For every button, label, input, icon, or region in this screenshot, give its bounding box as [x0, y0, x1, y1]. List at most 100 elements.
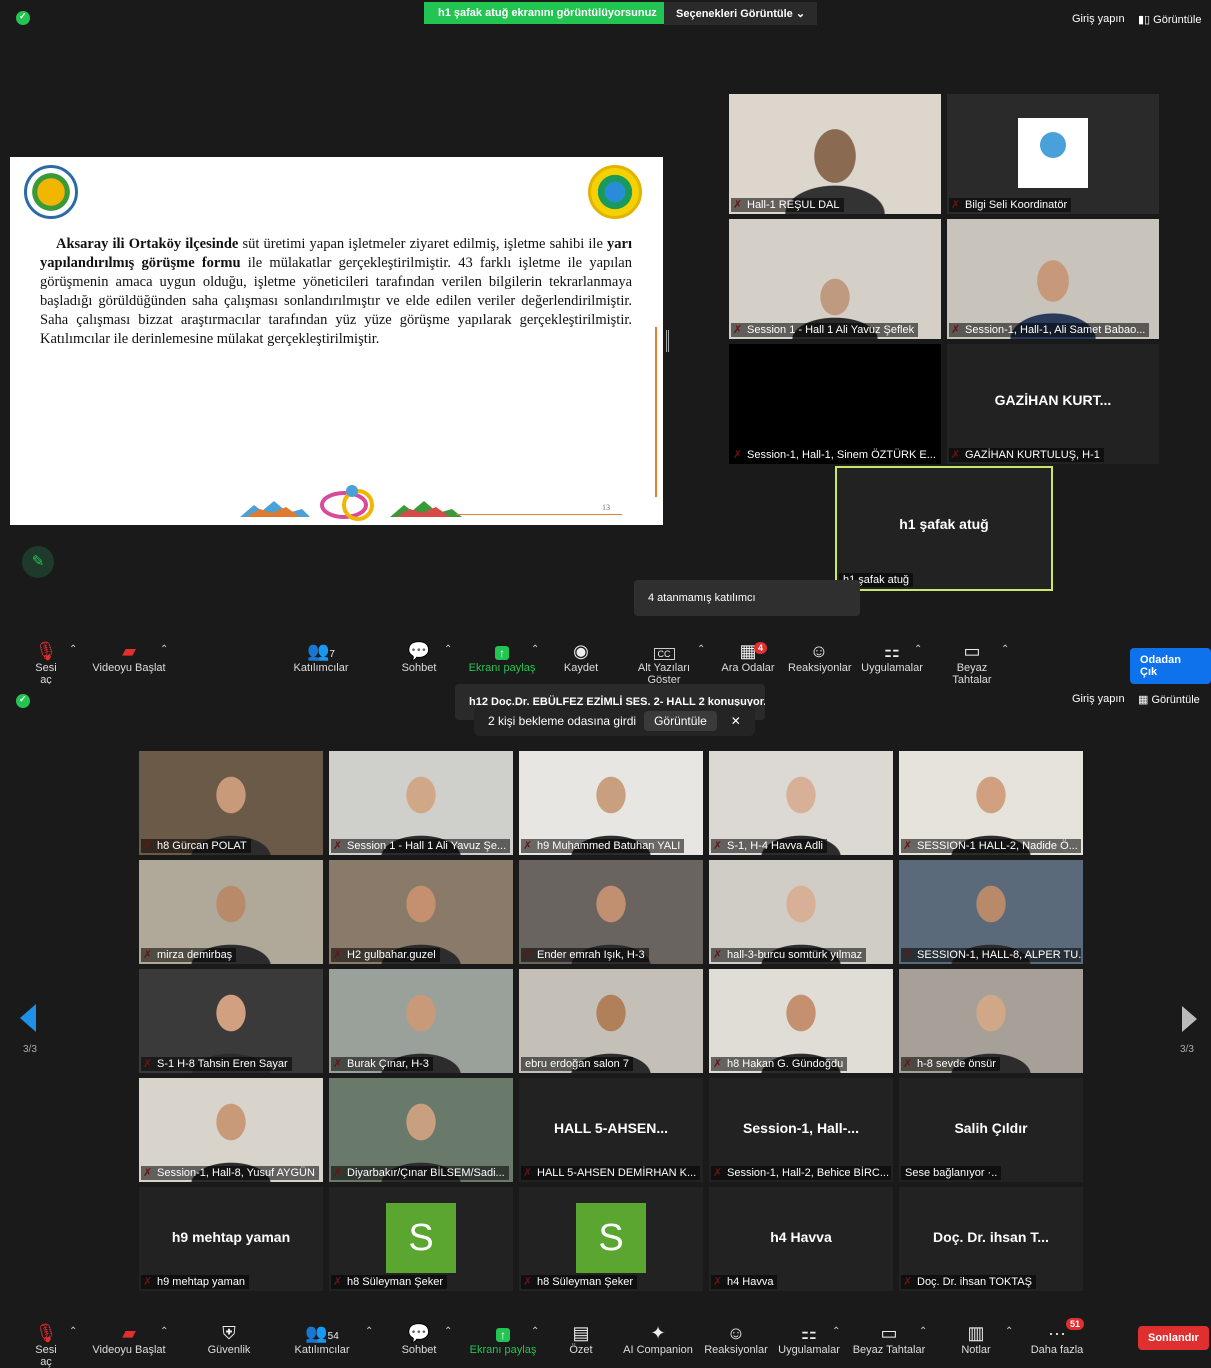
participant-tile[interactable]: Salih Çıldır Sese bağlanıyor ·.. — [899, 1078, 1083, 1182]
security-shield-icon[interactable] — [16, 11, 30, 25]
security-shield-icon[interactable] — [16, 694, 30, 708]
audio-options-caret[interactable]: ⌃ — [69, 1326, 77, 1337]
participant-tile[interactable]: ✗S-1 H-8 Tahsin Eren Sayar — [139, 969, 323, 1073]
participant-name: S-1, H-4 Havva Adli — [711, 839, 827, 853]
apps-options-caret[interactable]: ⌃ — [914, 644, 922, 655]
sign-in-link[interactable]: Giriş yapın — [1072, 13, 1125, 25]
participant-tile[interactable]: Doç. Dr. ihsan T...✗Doç. Dr. ihsan TOKTA… — [899, 1187, 1083, 1291]
slide-bold-1: Aksaray ili Ortaköy ilçesinde — [56, 236, 239, 252]
participant-tile[interactable]: S✗h8 Süleyman Şeker — [519, 1187, 703, 1291]
annotate-pencil-icon[interactable]: ✎ — [22, 546, 54, 578]
captions-options-caret[interactable]: ⌃ — [697, 644, 705, 655]
slide-page-number: 13 — [602, 503, 610, 512]
whiteboards-button[interactable]: ▭ Beyaz Tahtalar — [852, 1322, 926, 1356]
sign-in-link[interactable]: Giriş yapın — [1072, 693, 1125, 705]
participant-tile[interactable]: HALL 5-AHSEN...✗HALL 5-AHSEN DEMİRHAN K.… — [519, 1078, 703, 1182]
close-icon[interactable]: ✕ — [731, 714, 741, 728]
active-speaker-tile[interactable]: h1 şafak atuğ h1 şafak atuğ — [835, 466, 1053, 591]
participants-button[interactable]: 👥54 Katılımcılar — [290, 1322, 354, 1356]
captions-button[interactable]: CC Alt Yazıları Göster — [620, 640, 708, 686]
end-meeting-button[interactable]: Sonlandır — [1138, 1326, 1209, 1350]
participant-tile[interactable]: GAZİHAN KURT... ✗GAZİHAN KURTULUŞ, H-1 — [947, 344, 1159, 464]
breakout-rooms-button[interactable]: ▦ Ara Odalar — [720, 640, 776, 674]
participant-name: h4 Havva — [711, 1275, 778, 1289]
chat-button[interactable]: 💬 Sohbet — [398, 640, 440, 674]
top-meeting-window: h1 şafak atuğ ekranını görüntülüyorsunuz… — [0, 0, 1211, 686]
participant-tile[interactable]: ✗h-8 sevde önsür — [899, 969, 1083, 1073]
participant-name: h-8 sevde önsür — [901, 1057, 1000, 1071]
participant-name: h9 mehtap yaman — [141, 1275, 250, 1289]
video-options-caret[interactable]: ⌃ — [160, 644, 168, 655]
participant-tile[interactable]: ✗SESSION-1 HALL-2, Nadide Ö... — [899, 751, 1083, 855]
participants-icon: 👥54 — [305, 1323, 339, 1343]
record-button[interactable]: ◉ Kaydet — [560, 640, 602, 674]
participant-tile[interactable]: h9 mehtap yaman✗h9 mehtap yaman — [139, 1187, 323, 1291]
notes-button[interactable]: ▥ Notlar — [956, 1322, 996, 1356]
participant-tile[interactable]: ✗Session-1, Hall-1, Sinem ÖZTÜRK E... — [729, 344, 941, 464]
participant-tile[interactable]: S✗h8 Süleyman Şeker — [329, 1187, 513, 1291]
share-options-caret[interactable]: ⌃ — [531, 644, 539, 655]
whiteboards-button[interactable]: ▭ Beyaz Tahtalar — [936, 640, 1008, 686]
next-page-arrow-icon[interactable] — [1182, 1006, 1197, 1032]
participant-tile[interactable]: ✗h8 Gürcan POLAT — [139, 751, 323, 855]
leave-room-button[interactable]: Odadan Çık — [1130, 648, 1211, 684]
participants-button[interactable]: 👥7 Katılımcılar — [290, 640, 352, 674]
resize-handle[interactable] — [666, 330, 669, 352]
video-feed — [947, 219, 1159, 339]
reactions-button[interactable]: ☺ Reaksiyonlar — [788, 640, 852, 674]
participant-tile[interactable]: ✗SESSION-1, HALL-8, ALPER TU... — [899, 860, 1083, 964]
start-video-button[interactable]: ▰ Videoyu Başlat — [92, 640, 166, 674]
share-screen-button[interactable]: ↑ Ekranı paylaş — [468, 640, 536, 674]
share-options-caret[interactable]: ⌃ — [531, 1326, 539, 1337]
participant-name: ebru erdoğan salon 7 — [521, 1057, 633, 1071]
participant-tile[interactable]: ✗Hall-1 REŞUL DAL — [729, 94, 941, 214]
mic-muted-icon: 🎙 — [34, 641, 58, 661]
share-screen-button[interactable]: ↑ Ekranı paylaş — [468, 1322, 538, 1356]
view-options-button[interactable]: Seçenekleri Görüntüle ⌄ — [664, 2, 818, 25]
participant-tile[interactable]: ✗Bilgi Seli Koordinatör — [947, 94, 1159, 214]
participant-tile[interactable]: ✗Session 1 - Hall 1 Ali Yavuz Şeflek — [729, 219, 941, 339]
view-button[interactable]: ▦ Görüntüle — [1138, 693, 1200, 706]
view-button[interactable]: ▮▯ Görüntüle — [1138, 13, 1201, 26]
more-badge: 51 — [1066, 1318, 1085, 1330]
participant-tile[interactable]: ✗Session 1 - Hall 1 Ali Yavuz Şe... — [329, 751, 513, 855]
unmute-button[interactable]: 🎙 Sesi aç — [28, 1322, 64, 1368]
participant-tile[interactable]: ✗Ender emrah Işık, H-3 — [519, 860, 703, 964]
security-button[interactable]: ⛨ Güvenlik — [204, 1322, 254, 1356]
participant-name: Session 1 - Hall 1 Ali Yavuz Şeflek — [731, 323, 919, 337]
participant-tile[interactable]: ✗hall-3-burcu somtürk yılmaz — [709, 860, 893, 964]
participant-tile[interactable]: ✗Session-1, Hall-1, Ali Samet Babao... — [947, 219, 1159, 339]
previous-page-arrow-icon[interactable] — [20, 1004, 36, 1032]
participant-tile[interactable]: h4 Havva✗h4 Havva — [709, 1187, 893, 1291]
participant-tile[interactable]: ebru erdoğan salon 7 — [519, 969, 703, 1073]
participant-tile[interactable]: ✗h8 Hakan G. Gündoğdu — [709, 969, 893, 1073]
start-video-label: Videoyu Başlat — [92, 662, 166, 674]
start-video-button[interactable]: ▰ Videoyu Başlat — [92, 1322, 166, 1356]
notes-label: Notlar — [961, 1344, 991, 1356]
participant-tile[interactable]: ✗H2 gulbahar.guzel — [329, 860, 513, 964]
video-options-caret[interactable]: ⌃ — [160, 1326, 168, 1337]
participant-tile[interactable]: Session-1, Hall-...✗Session-1, Hall-2, B… — [709, 1078, 893, 1182]
participant-tile[interactable]: ✗S-1, H-4 Havva Adli — [709, 751, 893, 855]
summary-button[interactable]: ▤ Özet — [562, 1322, 600, 1356]
chat-label: Sohbet — [401, 1344, 437, 1356]
whiteboard-options-caret[interactable]: ⌃ — [1001, 644, 1009, 655]
participant-tile[interactable]: ✗Diyarbakır/Çınar BİLSEM/Sadi... — [329, 1078, 513, 1182]
ai-companion-button[interactable]: ✦ AI Companion — [620, 1322, 696, 1356]
reactions-button[interactable]: ☺ Reaksiyonlar — [704, 1322, 768, 1356]
chat-options-caret[interactable]: ⌃ — [444, 1326, 452, 1337]
logo-mark — [1040, 132, 1066, 158]
notes-options-caret[interactable]: ⌃ — [1005, 1326, 1013, 1337]
participants-options-caret[interactable]: ⌃ — [365, 1326, 373, 1337]
notice-view-button[interactable]: Görüntüle — [644, 711, 717, 731]
participant-tile[interactable]: ✗Session-1, Hall-8, Yusuf AYGÜN — [139, 1078, 323, 1182]
participant-tile[interactable]: ✗Burak Çınar, H-3 — [329, 969, 513, 1073]
participant-tile[interactable]: ✗h9 Muhammed Batuhan YALI — [519, 751, 703, 855]
participant-tile[interactable]: ✗mirza demirbaş — [139, 860, 323, 964]
unmute-button[interactable]: 🎙 Sesi aç — [28, 640, 64, 686]
whiteboard-options-caret[interactable]: ⌃ — [919, 1326, 927, 1337]
apps-options-caret[interactable]: ⌃ — [832, 1326, 840, 1337]
chat-button[interactable]: 💬 Sohbet — [398, 1322, 440, 1356]
audio-options-caret[interactable]: ⌃ — [69, 644, 77, 655]
chat-options-caret[interactable]: ⌃ — [444, 644, 452, 655]
